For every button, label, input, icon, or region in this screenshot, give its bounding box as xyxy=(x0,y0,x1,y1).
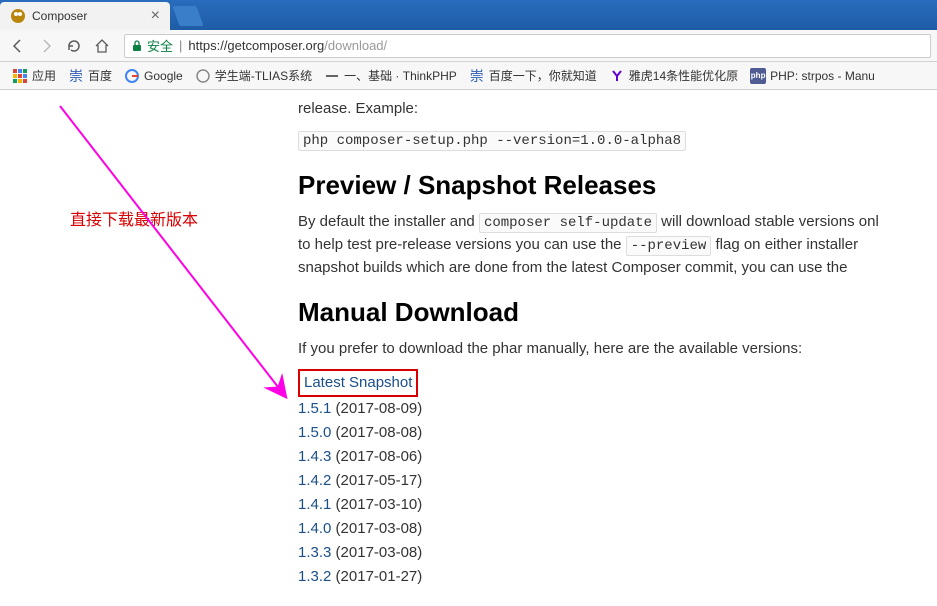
bookmark-item[interactable]: 一、基础 · ThinkPHP xyxy=(318,65,463,87)
code-example: php composer-setup.php --version=1.0.0-a… xyxy=(298,131,686,151)
bookmark-item[interactable]: Google xyxy=(118,65,189,87)
google-icon xyxy=(124,68,140,84)
close-icon[interactable]: × xyxy=(151,7,160,25)
version-date: (2017-08-09) xyxy=(331,400,422,417)
composer-icon xyxy=(10,8,26,24)
url-path: /download/ xyxy=(324,38,387,53)
bookmark-label: 百度一下，你就知道 xyxy=(489,67,597,84)
version-link[interactable]: 1.4.0 xyxy=(298,520,331,537)
version-date: (2017-01-27) xyxy=(331,568,422,585)
bookmark-label: 百度 xyxy=(88,67,112,84)
version-row: 1.4.0 (2017-03-08) xyxy=(298,517,937,541)
version-row: 1.5.1 (2017-08-09) xyxy=(298,397,937,421)
bookmark-item[interactable]: 崇 百度 xyxy=(62,65,118,87)
url-separator: | xyxy=(179,38,182,53)
version-link[interactable]: 1.3.2 xyxy=(298,568,331,585)
bookmark-label: 雅虎14条性能优化原 xyxy=(629,67,738,84)
bookmark-bar: 应用 崇 百度 Google 学生端-TLIAS系统 一、基础 · ThinkP… xyxy=(0,62,937,90)
back-button[interactable] xyxy=(6,34,30,58)
version-link[interactable]: 1.5.0 xyxy=(298,424,331,441)
version-date: (2017-08-08) xyxy=(331,424,422,441)
version-list: Latest Snapshot 1.5.1 (2017-08-09)1.5.0 … xyxy=(298,369,937,589)
forward-button[interactable] xyxy=(34,34,58,58)
manual-intro: If you prefer to download the phar manua… xyxy=(298,338,937,361)
bookmark-item[interactable]: 雅虎14条性能优化原 xyxy=(603,65,744,87)
new-tab-button[interactable] xyxy=(172,6,203,26)
url-bar[interactable]: 安全 | https://getcomposer.org/download/ xyxy=(124,34,931,58)
annotation-text: 直接下载最新版本 xyxy=(70,206,198,230)
code-preview-flag: --preview xyxy=(626,236,712,256)
page-content: release. Example: php composer-setup.php… xyxy=(0,90,937,606)
latest-snapshot-highlight: Latest Snapshot xyxy=(298,369,418,397)
bookmark-item[interactable]: php PHP: strpos - Manu xyxy=(744,65,881,87)
lock-icon xyxy=(131,40,143,52)
tab-title: Composer xyxy=(32,9,87,23)
version-date: (2017-03-08) xyxy=(331,520,422,537)
secure-label: 安全 xyxy=(147,36,173,55)
generic-icon xyxy=(195,68,211,84)
latest-snapshot-link[interactable]: Latest Snapshot xyxy=(304,374,412,391)
home-button[interactable] xyxy=(90,34,114,58)
version-row: 1.3.3 (2017-03-08) xyxy=(298,541,937,565)
bookmark-label: 一、基础 · ThinkPHP xyxy=(344,67,457,84)
version-row: 1.4.2 (2017-05-17) xyxy=(298,469,937,493)
version-row: 1.3.2 (2017-01-27) xyxy=(298,565,937,589)
version-date: (2017-03-10) xyxy=(331,496,422,513)
latest-snapshot-row: Latest Snapshot xyxy=(298,369,937,397)
version-link[interactable]: 1.3.3 xyxy=(298,544,331,561)
apps-label: 应用 xyxy=(32,67,56,84)
line-icon xyxy=(324,68,340,84)
bookmark-item[interactable]: 崇 百度一下，你就知道 xyxy=(463,65,603,87)
version-row: 1.4.3 (2017-08-06) xyxy=(298,445,937,469)
nav-bar: 安全 | https://getcomposer.org/download/ xyxy=(0,30,937,62)
version-date: (2017-05-17) xyxy=(331,472,422,489)
preview-paragraph: By default the installer and composer se… xyxy=(298,211,937,280)
bookmark-label: PHP: strpos - Manu xyxy=(770,69,875,83)
tab-bar: Composer × xyxy=(0,0,937,30)
version-link[interactable]: 1.4.3 xyxy=(298,448,331,465)
version-link[interactable]: 1.4.2 xyxy=(298,472,331,489)
browser-tab[interactable]: Composer × xyxy=(0,2,170,30)
version-link[interactable]: 1.4.1 xyxy=(298,496,331,513)
version-date: (2017-08-06) xyxy=(331,448,422,465)
heading-manual: Manual Download xyxy=(298,297,937,328)
url-base: https://getcomposer.org xyxy=(188,38,324,53)
heading-preview: Preview / Snapshot Releases xyxy=(298,170,937,201)
bookmark-label: Google xyxy=(144,69,183,83)
apps-button[interactable]: 应用 xyxy=(6,65,62,87)
version-row: 1.4.1 (2017-03-10) xyxy=(298,493,937,517)
version-date: (2017-03-08) xyxy=(331,544,422,561)
code-self-update: composer self-update xyxy=(479,213,657,233)
reload-button[interactable] xyxy=(62,34,86,58)
bookmark-item[interactable]: 学生端-TLIAS系统 xyxy=(189,65,318,87)
version-row: 1.5.0 (2017-08-08) xyxy=(298,421,937,445)
apps-icon xyxy=(12,68,28,84)
intro-text: release. Example: xyxy=(298,98,937,121)
php-icon: php xyxy=(750,68,766,84)
yahoo-icon xyxy=(609,68,625,84)
version-link[interactable]: 1.5.1 xyxy=(298,400,331,417)
bookmark-label: 学生端-TLIAS系统 xyxy=(215,67,312,84)
baidu-icon: 崇 xyxy=(68,68,84,84)
baidu-icon: 崇 xyxy=(469,68,485,84)
